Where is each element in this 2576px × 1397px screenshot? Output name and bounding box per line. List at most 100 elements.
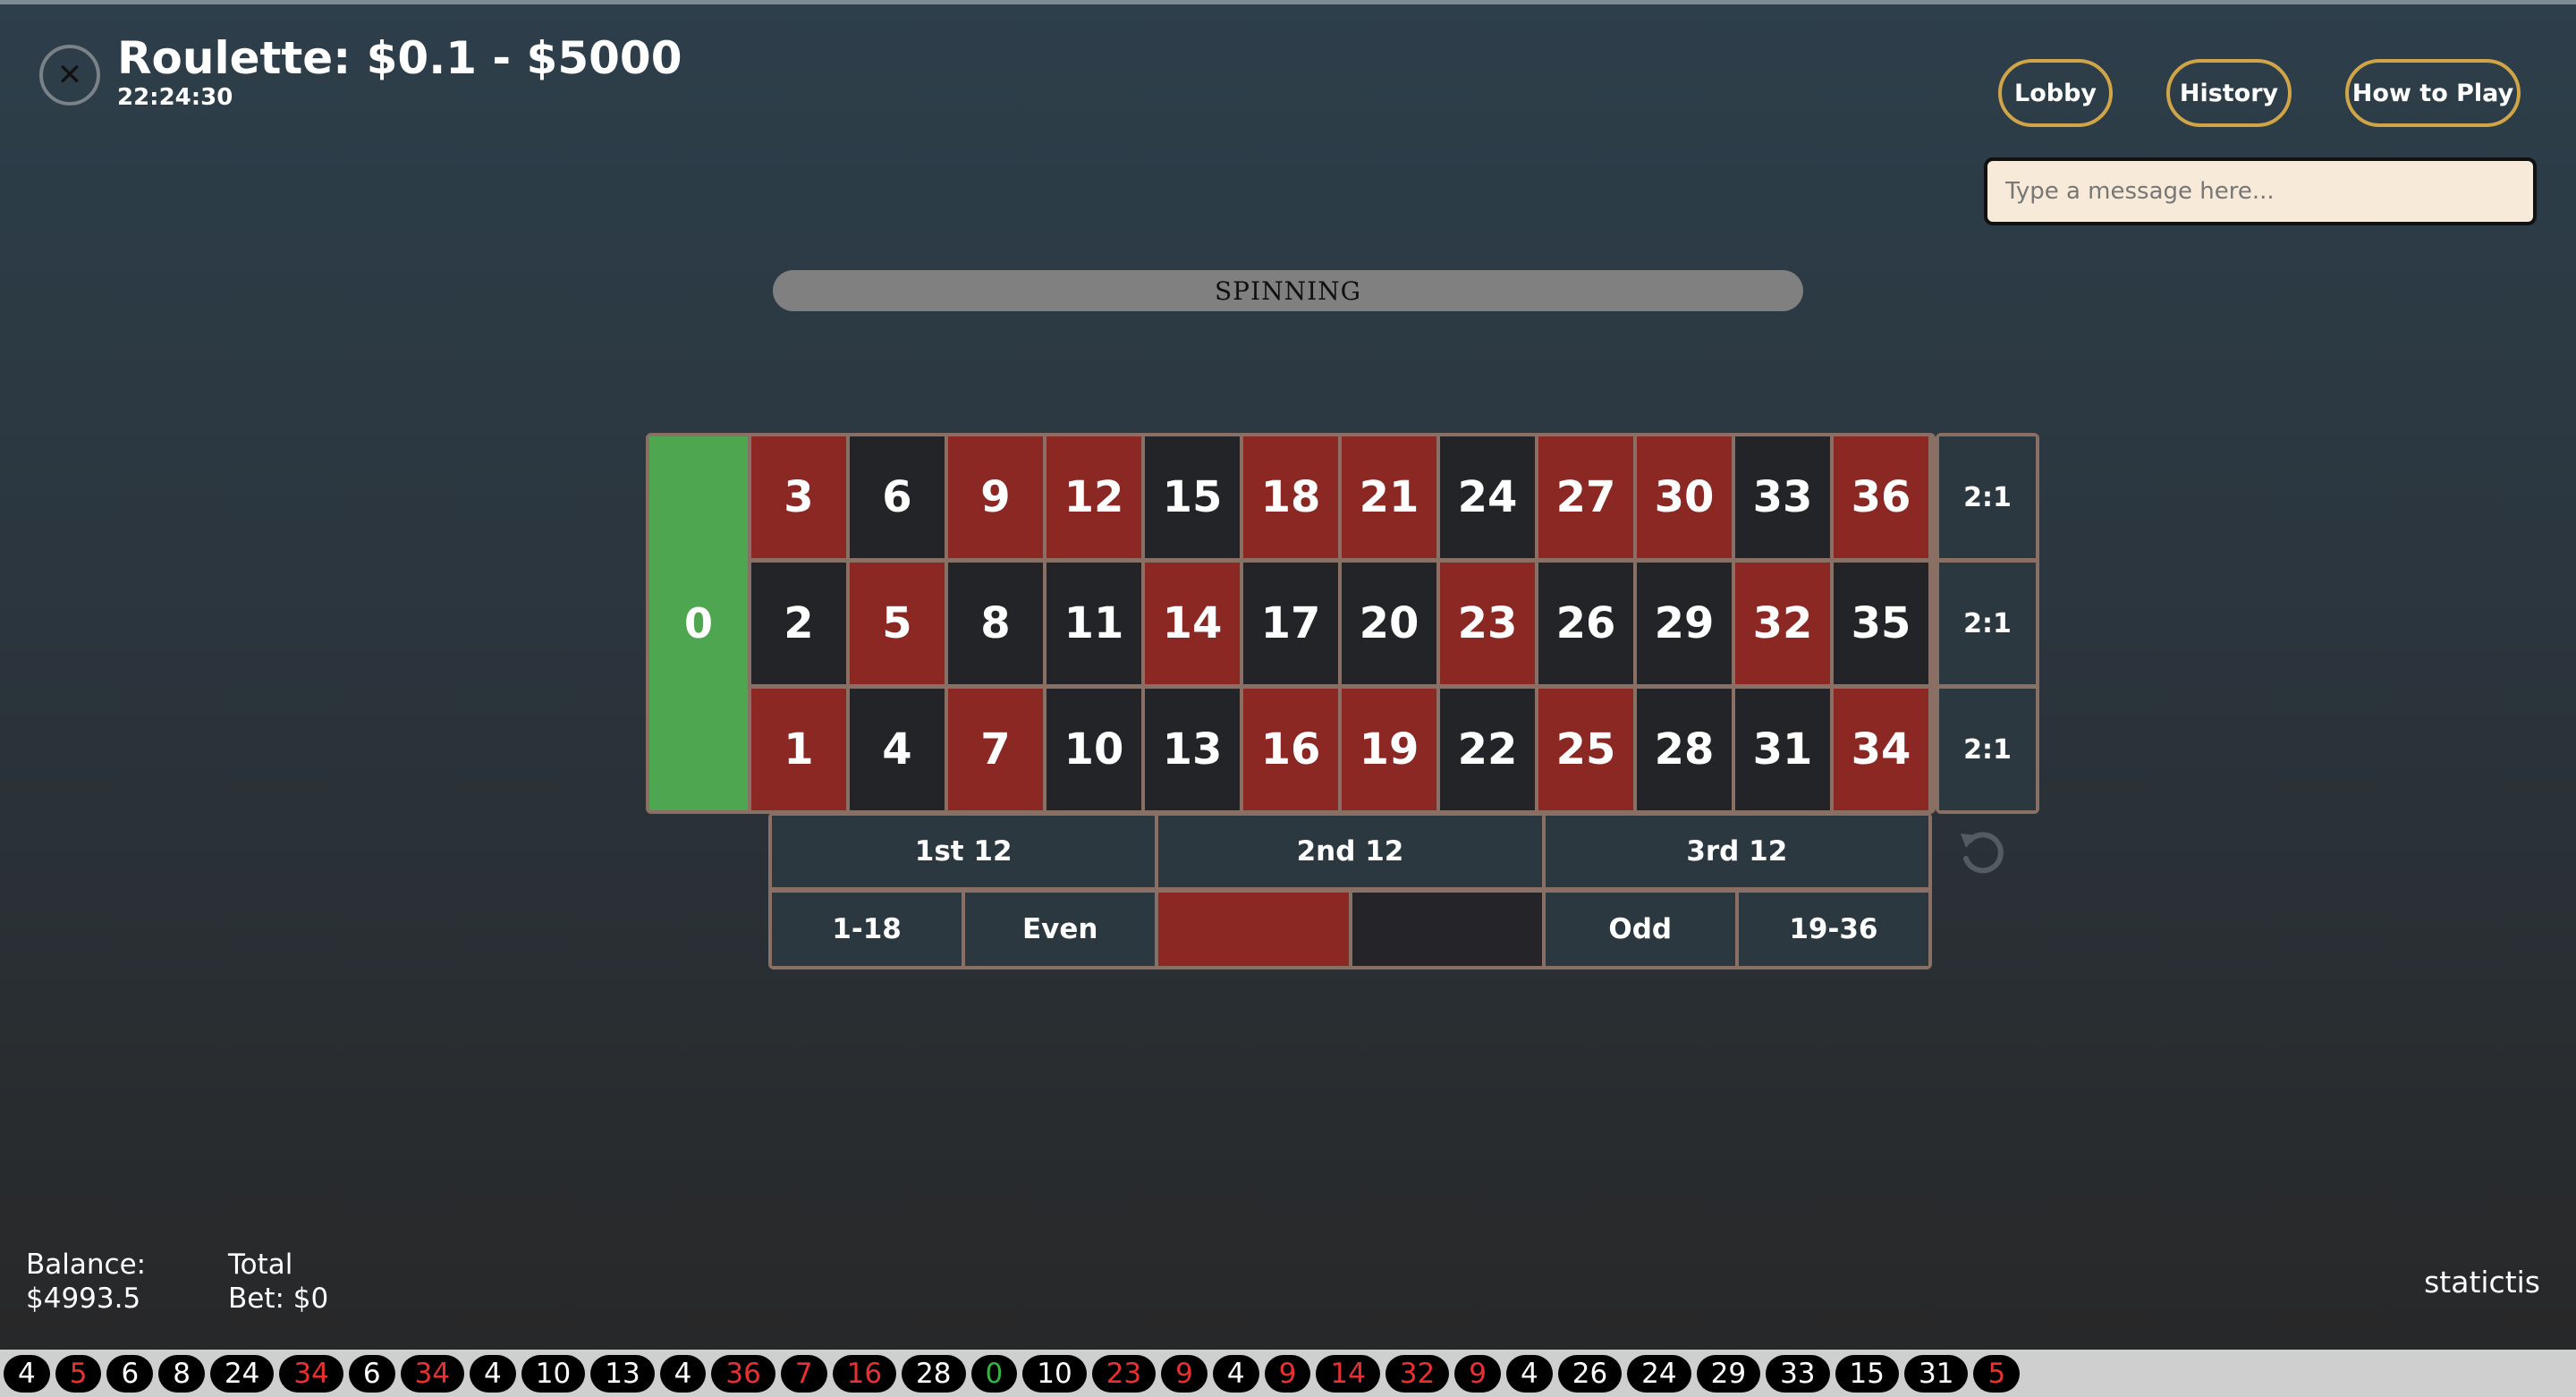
history-result-chip: 36 <box>711 1354 775 1393</box>
history-result-chip: 4 <box>1505 1354 1553 1393</box>
history-result-chip: 0 <box>970 1354 1018 1393</box>
bet-number-1[interactable]: 1 <box>751 689 846 810</box>
total-bet-label: Total <box>228 1249 293 1281</box>
history-result-chip: 5 <box>1973 1354 2021 1393</box>
bet-number-34[interactable]: 34 <box>1834 689 1928 810</box>
roulette-board: 0 3 6 9 12 15 18 21 24 27 30 33 36 2 5 8 11 14 17 20 23 26 29… <box>646 433 1936 814</box>
history-result-chip: 9 <box>1161 1354 1208 1393</box>
history-result-chip: 32 <box>1385 1354 1450 1393</box>
history-result-chip: 33 <box>1766 1354 1830 1393</box>
top-border <box>0 0 2576 4</box>
history-result-chip: 4 <box>470 1354 516 1393</box>
spin-status-bar: SPINNING <box>773 270 1803 311</box>
history-result-chip: 9 <box>1264 1354 1311 1393</box>
bet-number-28[interactable]: 28 <box>1637 689 1732 810</box>
dozen-bets-row: 1st 12 2nd 12 3rd 12 <box>772 816 1928 887</box>
column-bets: 2:1 2:1 2:1 <box>1936 433 2039 814</box>
history-result-chip: 10 <box>521 1354 586 1393</box>
bet-number-5[interactable]: 5 <box>850 563 945 684</box>
history-result-chip: 24 <box>1627 1354 1691 1393</box>
bet-number-4[interactable]: 4 <box>850 689 945 810</box>
bet-number-21[interactable]: 21 <box>1342 436 1436 558</box>
bet-number-0[interactable]: 0 <box>649 436 751 810</box>
even-money-bets-row: 1-18 Even Odd 19-36 <box>772 893 1928 966</box>
history-result-chip: 7 <box>780 1354 827 1393</box>
history-result-chip: 9 <box>1454 1354 1501 1393</box>
bet-1-18[interactable]: 1-18 <box>772 893 962 966</box>
bet-red[interactable] <box>1158 893 1349 966</box>
history-result-chip: 14 <box>1316 1354 1380 1393</box>
bet-number-8[interactable]: 8 <box>948 563 1043 684</box>
bet-number-31[interactable]: 31 <box>1735 689 1830 810</box>
bet-number-12[interactable]: 12 <box>1046 436 1141 558</box>
bet-number-16[interactable]: 16 <box>1243 689 1338 810</box>
bet-number-32[interactable]: 32 <box>1735 563 1830 684</box>
history-result-chip: 28 <box>902 1354 966 1393</box>
bet-number-15[interactable]: 15 <box>1145 436 1240 558</box>
history-result-chip: 26 <box>1557 1354 1623 1393</box>
bet-number-6[interactable]: 6 <box>850 436 945 558</box>
history-result-chip: 4 <box>4 1354 50 1393</box>
history-result-chip: 13 <box>590 1354 655 1393</box>
column-bet-bottom[interactable]: 2:1 <box>1939 689 2036 810</box>
history-result-chip: 4 <box>1212 1354 1259 1393</box>
bet-number-17[interactable]: 17 <box>1243 563 1338 684</box>
bet-number-27[interactable]: 27 <box>1538 436 1633 558</box>
bet-number-3[interactable]: 3 <box>751 436 846 558</box>
column-bet-top[interactable]: 2:1 <box>1939 436 2036 558</box>
history-result-chip: 15 <box>1835 1354 1899 1393</box>
bet-number-35[interactable]: 35 <box>1834 563 1928 684</box>
history-result-chip: 34 <box>400 1354 465 1393</box>
bet-number-20[interactable]: 20 <box>1342 563 1436 684</box>
bet-number-30[interactable]: 30 <box>1637 436 1732 558</box>
history-result-chip: 31 <box>1903 1354 1969 1393</box>
bet-number-7[interactable]: 7 <box>948 689 1043 810</box>
clock-time: 22:24:30 <box>117 84 233 111</box>
bet-19-36[interactable]: 19-36 <box>1738 893 1928 966</box>
history-result-chip: 6 <box>106 1354 154 1393</box>
bet-number-22[interactable]: 22 <box>1440 689 1535 810</box>
bet-number-2[interactable]: 2 <box>751 563 846 684</box>
bet-odd[interactable]: Odd <box>1545 893 1735 966</box>
history-result-chip: 5 <box>55 1354 102 1393</box>
outside-bets: 1st 12 2nd 12 3rd 12 1-18 Even Odd 19-36 <box>768 812 1932 969</box>
history-result-chip: 23 <box>1091 1354 1157 1393</box>
bet-number-18[interactable]: 18 <box>1243 436 1338 558</box>
page-title: Roulette: $0.1 - $5000 <box>117 32 682 84</box>
bet-number-10[interactable]: 10 <box>1046 689 1141 810</box>
bet-number-14[interactable]: 14 <box>1145 563 1240 684</box>
total-bet-value: Bet: $0 <box>228 1283 329 1315</box>
bet-number-13[interactable]: 13 <box>1145 689 1240 810</box>
column-bet-middle[interactable]: 2:1 <box>1939 563 2036 684</box>
history-result-chip: 29 <box>1696 1354 1761 1393</box>
balance-value: $4993.5 <box>26 1283 141 1315</box>
history-button[interactable]: History <box>2166 59 2292 127</box>
bet-black[interactable] <box>1352 893 1542 966</box>
statistics-link[interactable]: statictis <box>2424 1265 2540 1300</box>
bet-3rd-12[interactable]: 3rd 12 <box>1545 816 1928 887</box>
undo-icon[interactable] <box>1955 826 2009 880</box>
bet-number-19[interactable]: 19 <box>1342 689 1436 810</box>
bet-number-24[interactable]: 24 <box>1440 436 1535 558</box>
bet-number-9[interactable]: 9 <box>948 436 1043 558</box>
bet-number-33[interactable]: 33 <box>1735 436 1830 558</box>
lobby-button[interactable]: Lobby <box>1998 59 2113 127</box>
history-result-chip: 16 <box>832 1354 897 1393</box>
chat-message-input[interactable] <box>1984 157 2537 225</box>
bet-2nd-12[interactable]: 2nd 12 <box>1158 816 1542 887</box>
bet-number-11[interactable]: 11 <box>1046 563 1141 684</box>
history-result-chip: 10 <box>1022 1354 1087 1393</box>
bet-number-29[interactable]: 29 <box>1637 563 1732 684</box>
bet-number-23[interactable]: 23 <box>1440 563 1535 684</box>
how-to-play-button[interactable]: How to Play <box>2345 59 2521 127</box>
history-result-chip: 24 <box>209 1354 275 1393</box>
results-history-bar: 4 5 6 8 24 34 6 34 4 10 13 4 36 7 16 28 0 10 23 9 4 9 14 32 9 4 26… <box>0 1350 2576 1397</box>
balance-label: Balance: <box>26 1249 147 1281</box>
bet-even[interactable]: Even <box>965 893 1156 966</box>
bet-number-26[interactable]: 26 <box>1538 563 1633 684</box>
close-glyph: ✕ <box>56 57 83 93</box>
bet-number-25[interactable]: 25 <box>1538 689 1633 810</box>
bet-number-36[interactable]: 36 <box>1834 436 1928 558</box>
bet-1st-12[interactable]: 1st 12 <box>772 816 1156 887</box>
close-icon[interactable]: ✕ <box>39 45 100 106</box>
